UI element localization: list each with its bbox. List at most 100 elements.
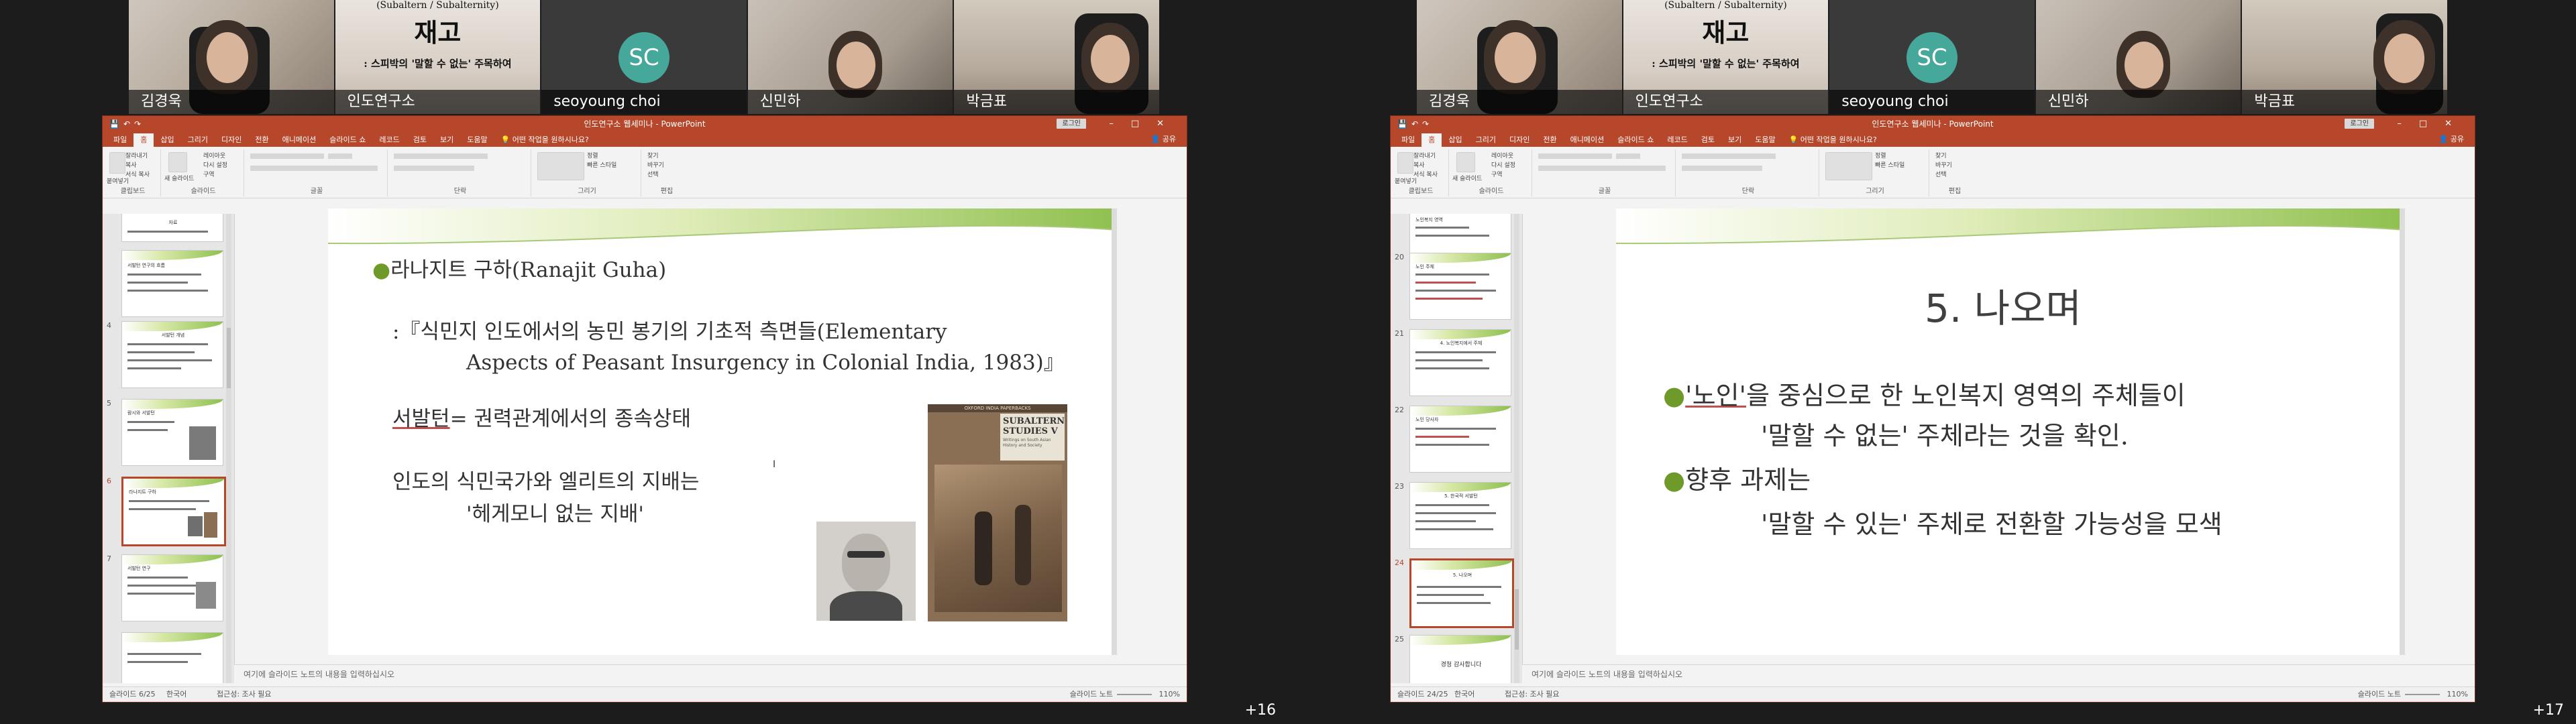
slide-canvas[interactable]: ●라나지트 구하(Ranajit Guha) :『식민지 인도에서의 농민 봉기… <box>328 208 1117 655</box>
reset-button[interactable]: 다시 설정 <box>1491 160 1515 169</box>
participant-tile[interactable]: SC seoyoung choi <box>1829 0 2035 114</box>
tab-design[interactable]: 디자인 <box>1503 133 1536 147</box>
quick-styles-button[interactable]: 빠른 스타일 <box>1875 160 1904 169</box>
tab-view[interactable]: 보기 <box>433 133 460 147</box>
slide-scrollbar[interactable] <box>1112 208 1117 655</box>
paste-button[interactable]: 붙여넣기 <box>1395 176 1417 185</box>
share-button[interactable]: 👤 공유 <box>1151 133 1176 144</box>
slide-thumbnail[interactable]: 노인 주체 <box>1409 253 1511 320</box>
tab-transitions[interactable]: 전환 <box>1536 133 1563 147</box>
new-slide-button[interactable]: 새 슬라이드 <box>1452 174 1482 182</box>
slide-thumbnail[interactable]: 5. 한국적 서발턴 <box>1409 482 1511 549</box>
font-size-dropdown[interactable] <box>1616 154 1640 159</box>
new-slide-button[interactable]: 새 슬라이드 <box>164 174 194 182</box>
copy-button[interactable]: 복사 <box>1413 160 1425 169</box>
quick-styles-button[interactable]: 빠른 스타일 <box>587 160 616 169</box>
slide-thumbnail-selected[interactable]: 라나지트 구하 <box>121 477 226 546</box>
more-participants-count[interactable]: +17 <box>2533 702 2564 719</box>
tab-home[interactable]: 홈 <box>1421 133 1442 147</box>
language-indicator[interactable]: 한국어 <box>1454 687 1474 702</box>
tab-design[interactable]: 디자인 <box>215 133 248 147</box>
tab-transitions[interactable]: 전환 <box>248 133 275 147</box>
participant-tile[interactable]: 박금표 <box>954 0 1159 114</box>
slide-thumbnail[interactable]: 경청 감사합니다 <box>1409 635 1511 683</box>
reset-button[interactable]: 다시 설정 <box>203 160 227 169</box>
participant-tile[interactable]: SC seoyoung choi <box>541 0 747 114</box>
tab-slideshow[interactable]: 슬라이드 쇼 <box>1611 133 1660 147</box>
tab-review[interactable]: 검토 <box>407 133 433 147</box>
zoom-level[interactable]: 110% <box>1159 687 1180 702</box>
tab-help[interactable]: 도움말 <box>460 133 494 147</box>
paste-button[interactable]: 붙여넣기 <box>107 176 129 185</box>
share-button[interactable]: 👤 공유 <box>2439 133 2464 144</box>
tab-slideshow[interactable]: 슬라이드 쇼 <box>323 133 372 147</box>
tab-insert[interactable]: 삽입 <box>154 133 180 147</box>
layout-button[interactable]: 레이아웃 <box>1491 151 1513 160</box>
find-button[interactable]: 찾기 <box>647 151 659 160</box>
participant-tile[interactable]: 신민하 <box>747 0 953 114</box>
slide-thumbnail[interactable]: 노인 당사자 <box>1409 406 1511 473</box>
section-button[interactable]: 구역 <box>203 170 215 178</box>
align-buttons[interactable] <box>1682 166 1762 171</box>
notes-toggle[interactable]: 슬라이드 노트 <box>1070 687 1113 702</box>
copy-button[interactable]: 복사 <box>125 160 137 169</box>
replace-button[interactable]: 바꾸기 <box>1935 160 1952 169</box>
tab-animations[interactable]: 애니메이션 <box>1564 133 1611 147</box>
tab-view[interactable]: 보기 <box>1721 133 1748 147</box>
slide-thumbnail[interactable]: 4. 노인복지에서 주체 <box>1409 329 1511 396</box>
thumbnail-scrollbar[interactable] <box>1514 214 1519 683</box>
font-format-buttons[interactable] <box>250 166 378 171</box>
slide-scrollbar[interactable] <box>2400 208 2405 655</box>
tab-file[interactable]: 파일 <box>107 133 133 147</box>
tab-review[interactable]: 검토 <box>1695 133 1721 147</box>
tab-home[interactable]: 홈 <box>133 133 154 147</box>
paste-icon[interactable] <box>109 152 125 174</box>
tab-record[interactable]: 레코드 <box>372 133 406 147</box>
zoom-level[interactable]: 110% <box>2447 687 2468 702</box>
window-controls[interactable]: –□✕ <box>2397 116 2469 132</box>
slide-thumbnail[interactable] <box>121 632 223 683</box>
scrollbar-thumb[interactable] <box>1515 589 1519 650</box>
arrange-button[interactable]: 정렬 <box>1875 151 1886 160</box>
accessibility-indicator[interactable]: 접근성: 조사 필요 <box>217 687 272 702</box>
participant-tile[interactable]: 김경욱 <box>1417 0 1622 114</box>
arrange-button[interactable]: 정렬 <box>587 151 598 160</box>
format-painter-button[interactable]: 서식 복사 <box>1413 170 1438 178</box>
participant-tile[interactable]: 신민하 <box>2035 0 2241 114</box>
find-button[interactable]: 찾기 <box>1935 151 1947 160</box>
language-indicator[interactable]: 한국어 <box>166 687 186 702</box>
scrollbar-thumb[interactable] <box>227 328 231 388</box>
cut-button[interactable]: 잘라내기 <box>1413 151 1436 160</box>
font-name-dropdown[interactable] <box>1538 154 1612 159</box>
zoom-slider[interactable] <box>1117 694 1152 695</box>
slide-thumbnail[interactable]: 서발턴 연구 <box>121 554 223 621</box>
font-format-buttons[interactable] <box>1538 166 1666 171</box>
zoom-slider[interactable] <box>2405 694 2440 695</box>
align-buttons[interactable] <box>394 166 474 171</box>
select-button[interactable]: 선택 <box>647 170 659 178</box>
notes-toggle[interactable]: 슬라이드 노트 <box>2358 687 2401 702</box>
replace-button[interactable]: 바꾸기 <box>647 160 664 169</box>
participant-tile[interactable]: (Subaltern / Subalternity) 재고 : 스피박의 '말할… <box>1623 0 1829 114</box>
select-button[interactable]: 선택 <box>1935 170 1947 178</box>
slide-canvas[interactable]: 5. 나오며 ●'노인'을 중심으로 한 노인복지 영역의 주체들이 '말할 수… <box>1616 208 2405 655</box>
notes-pane[interactable]: 여기에 슬라이드 노트의 내용을 입력하십시오 <box>1522 664 2475 688</box>
participant-tile[interactable]: (Subaltern / Subalternity) 재고 : 스피박의 '말할… <box>335 0 541 114</box>
tell-me-box[interactable]: 💡 어떤 작업을 원하시나요? <box>1782 133 1884 147</box>
tab-draw[interactable]: 그리기 <box>1469 133 1503 147</box>
slide-thumbnail[interactable]: 람시와 서발턴 <box>121 399 223 466</box>
font-name-dropdown[interactable] <box>250 154 324 159</box>
tab-help[interactable]: 도움말 <box>1748 133 1782 147</box>
slide-thumbnail[interactable]: 자료 <box>121 214 223 242</box>
list-buttons[interactable] <box>394 154 488 159</box>
more-participants-count[interactable]: +16 <box>1245 702 1276 719</box>
paste-icon[interactable] <box>1397 152 1413 174</box>
slide-thumbnail[interactable]: 서발턴 개념 <box>121 321 223 388</box>
font-size-dropdown[interactable] <box>328 154 352 159</box>
slide-thumbnail[interactable]: 노인복지 영역 <box>1409 214 1511 254</box>
tab-file[interactable]: 파일 <box>1395 133 1421 147</box>
tab-draw[interactable]: 그리기 <box>181 133 215 147</box>
cut-button[interactable]: 잘라내기 <box>125 151 148 160</box>
shapes-gallery[interactable] <box>1825 152 1872 180</box>
tab-animations[interactable]: 애니메이션 <box>276 133 323 147</box>
